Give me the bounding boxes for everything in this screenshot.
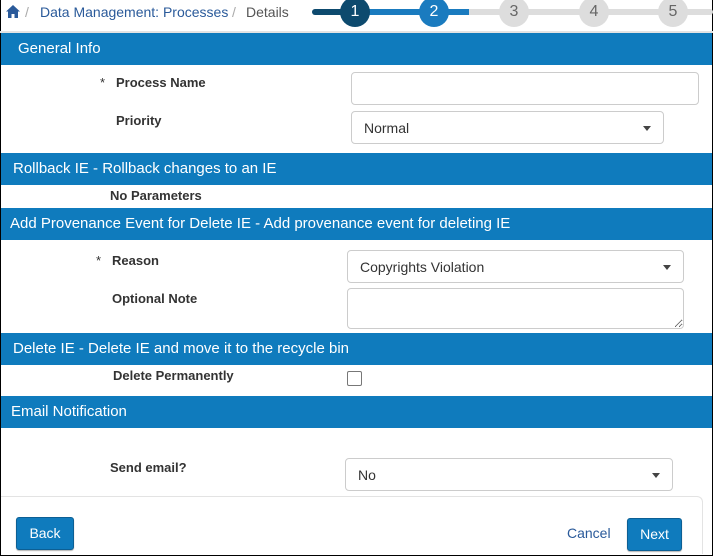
step-4: 4 bbox=[579, 0, 609, 27]
next-button[interactable]: Next bbox=[627, 518, 682, 551]
delete-permanently-checkbox[interactable] bbox=[347, 371, 362, 386]
reason-select[interactable]: Copyrights Violation bbox=[347, 250, 684, 283]
send-email-label: Send email? bbox=[110, 460, 187, 475]
process-name-label: Process Name bbox=[116, 75, 206, 90]
home-icon[interactable] bbox=[6, 5, 20, 18]
no-parameters-text: No Parameters bbox=[110, 188, 202, 203]
chevron-down-icon bbox=[643, 125, 651, 131]
breadcrumb-separator: / bbox=[232, 4, 236, 20]
send-email-select[interactable]: No bbox=[345, 458, 673, 491]
priority-select[interactable]: Normal bbox=[351, 111, 664, 144]
send-email-value: No bbox=[358, 466, 376, 483]
process-name-input[interactable] bbox=[351, 72, 699, 105]
cancel-link[interactable]: Cancel bbox=[567, 525, 611, 541]
chevron-down-icon bbox=[663, 264, 671, 270]
back-button[interactable]: Back bbox=[16, 517, 74, 550]
optional-note-label: Optional Note bbox=[112, 291, 198, 306]
step-2: 2 bbox=[419, 0, 449, 27]
section-delete-ie: Delete IE - Delete IE and move it to the… bbox=[1, 333, 712, 365]
breadcrumb-separator: / bbox=[25, 4, 29, 20]
priority-label: Priority bbox=[116, 113, 162, 128]
optional-note-textarea[interactable] bbox=[347, 288, 684, 329]
section-rollback: Rollback IE - Rollback changes to an IE bbox=[1, 153, 712, 185]
reason-value: Copyrights Violation bbox=[360, 258, 485, 275]
step-1: 1 bbox=[340, 0, 370, 27]
breadcrumb-details: Details bbox=[246, 4, 289, 20]
required-mark: * bbox=[96, 253, 102, 268]
section-provenance: Add Provenance Event for Delete IE - Add… bbox=[1, 208, 712, 240]
stepper: 1 2 3 4 5 bbox=[312, 0, 713, 30]
chevron-down-icon bbox=[652, 472, 660, 478]
section-general-info: General Info bbox=[1, 33, 712, 65]
delete-permanently-label: Delete Permanently bbox=[113, 368, 234, 383]
section-email-notification: Email Notification bbox=[1, 396, 712, 428]
breadcrumb-processes[interactable]: Data Management: Processes bbox=[40, 4, 228, 20]
required-mark: * bbox=[100, 75, 106, 90]
priority-value: Normal bbox=[364, 119, 410, 136]
step-3: 3 bbox=[499, 0, 529, 27]
reason-label: Reason bbox=[112, 253, 159, 268]
step-5: 5 bbox=[658, 0, 688, 27]
